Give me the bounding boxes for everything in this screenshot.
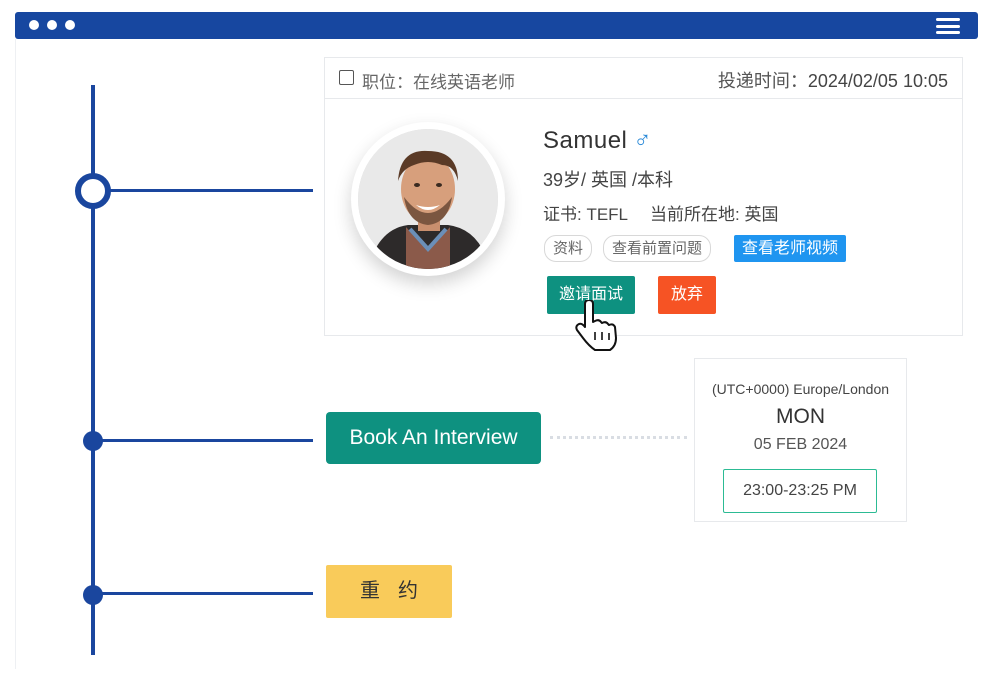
connector-dashed-line (550, 436, 687, 439)
candidate-card: 职位：在线英语老师 投递时间：2024/02/05 10:05 Samuel ♂ … (324, 57, 963, 336)
give-up-button[interactable]: 放弃 (658, 276, 716, 314)
timeline-node (83, 431, 103, 451)
tag-profile[interactable]: 资料 (544, 235, 593, 262)
candidate-name: Samuel ♂ (543, 127, 652, 154)
weekday-label: MON (776, 405, 825, 428)
male-icon: ♂ (633, 127, 652, 154)
delivery-time: 投递时间：2024/02/05 10:05 (717, 71, 948, 91)
timeline-branch (95, 439, 313, 442)
schedule-card: (UTC+0000) Europe/London MON 05 FEB 2024… (694, 358, 907, 522)
window-titlebar (15, 12, 978, 39)
card-header: 职位：在线英语老师 投递时间：2024/02/05 10:05 (325, 58, 962, 99)
avatar-photo (358, 129, 498, 269)
timeline-branch (95, 189, 313, 192)
book-interview-button[interactable]: Book An Interview (326, 412, 541, 464)
position-label: 职位：在线英语老师 (362, 73, 515, 92)
window-dot-icon (65, 20, 75, 30)
window-dot-icon (47, 20, 57, 30)
frame-border (15, 39, 16, 669)
timeline-branch (95, 592, 313, 595)
candidate-details: 39岁/ 英国 /本科 (543, 170, 674, 190)
hand-cursor-icon (575, 300, 617, 351)
timeline-track (91, 85, 95, 655)
time-slot-button[interactable]: 23:00-23:25 PM (723, 469, 877, 513)
timeline-node (83, 585, 103, 605)
tag-pre-questions[interactable]: 查看前置问题 (603, 235, 712, 262)
view-video-button[interactable]: 查看老师视频 (734, 235, 847, 262)
timeline-node-active (75, 173, 111, 209)
candidate-cert: 证书: TEFL 当前所在地: 英国 (543, 205, 779, 224)
hamburger-icon[interactable] (936, 18, 960, 34)
timezone-label: (UTC+0000) Europe/London (711, 381, 890, 397)
reschedule-button[interactable]: 重约 (326, 565, 452, 618)
window-dot-icon (29, 20, 39, 30)
avatar (351, 122, 505, 276)
date-label: 05 FEB 2024 (753, 436, 848, 453)
checkbox-icon[interactable] (339, 70, 354, 85)
